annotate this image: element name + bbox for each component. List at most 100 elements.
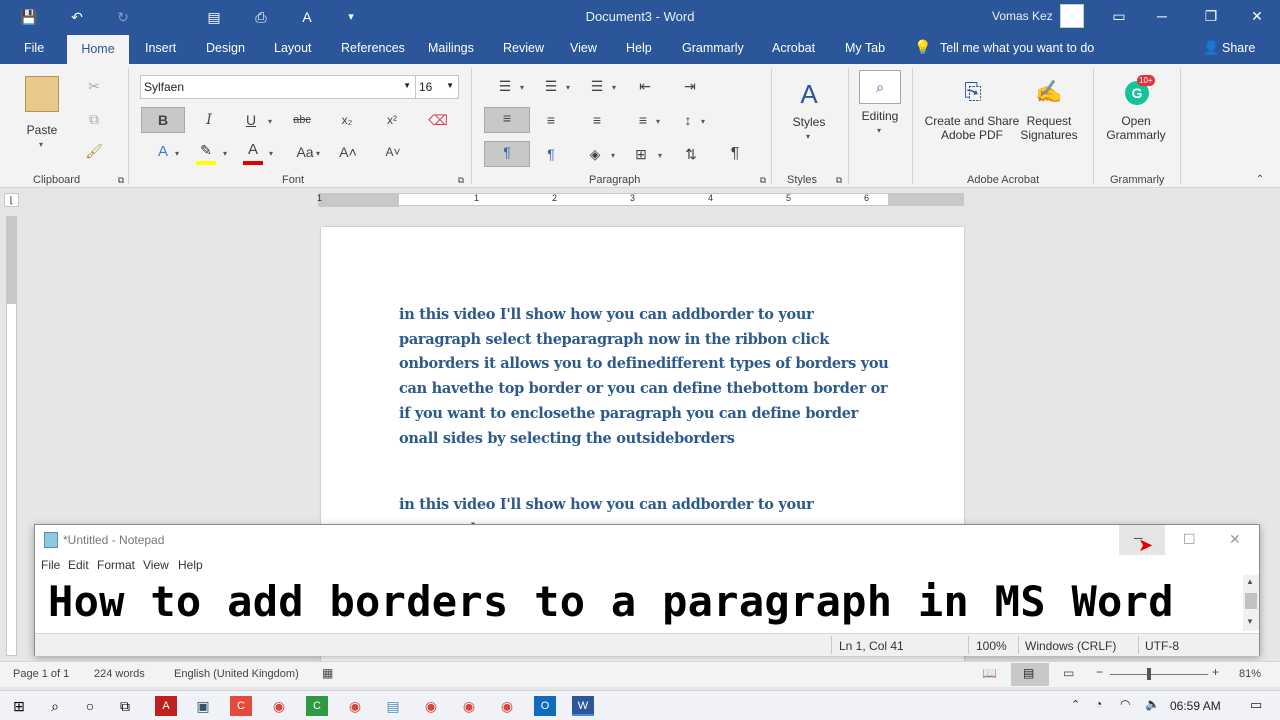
zoom-in-icon[interactable]: + — [1212, 665, 1219, 679]
volume-icon[interactable]: 🔈 — [1145, 697, 1160, 711]
scroll-down-icon[interactable]: ▼ — [1246, 617, 1254, 626]
create-pdf-icon[interactable]: ⎘ — [958, 76, 988, 108]
line-spacing-dropdown-icon[interactable]: ▾ — [701, 117, 705, 126]
tab-references[interactable]: References — [341, 41, 405, 55]
notepad-window[interactable]: *Untitled - Notepad ─ ➤ ☐ ✕ File Edit Fo… — [34, 524, 1260, 656]
cut-icon[interactable]: ✂ — [83, 76, 105, 98]
align-center-button[interactable]: ≡ — [540, 110, 562, 132]
page-count[interactable]: Page 1 of 1 — [13, 668, 69, 680]
notifications-icon[interactable]: ▭ — [1250, 697, 1262, 713]
tab-insert[interactable]: Insert — [145, 41, 176, 55]
language[interactable]: English (United Kingdom) — [174, 668, 299, 680]
search-icon[interactable]: ⌕ — [44, 696, 66, 716]
zoom-out-icon[interactable]: − — [1096, 665, 1103, 679]
styles-button[interactable]: Styles — [787, 115, 831, 129]
scroll-up-icon[interactable]: ▲ — [1246, 577, 1254, 586]
shrink-font-button[interactable]: A˅ — [382, 142, 404, 164]
tab-file[interactable]: File — [24, 41, 44, 55]
search-icon[interactable]: ⌕ — [859, 70, 901, 104]
numbering-dropdown-icon[interactable]: ▾ — [566, 83, 570, 92]
word-count[interactable]: 224 words — [94, 668, 145, 680]
network-icon[interactable]: ◔ — [1095, 697, 1102, 711]
chrome-icon[interactable]: ◉ — [496, 696, 518, 716]
sort-icon[interactable]: ⇅ — [680, 144, 702, 166]
scroll-thumb[interactable] — [1245, 593, 1257, 609]
close-icon[interactable]: ✕ — [1229, 531, 1241, 548]
paste-icon[interactable] — [25, 76, 59, 112]
avatar[interactable] — [1060, 4, 1084, 28]
show-formatting-button[interactable]: ¶ — [724, 144, 746, 166]
tab-acrobat[interactable]: Acrobat — [772, 41, 815, 55]
paste-button[interactable]: Paste — [20, 123, 64, 137]
notepad-menu-edit[interactable]: Edit — [68, 558, 89, 572]
horizontal-ruler[interactable]: 1 1 2 3 4 5 6 7 — [317, 193, 964, 207]
wifi-icon[interactable]: ◠ — [1120, 697, 1130, 711]
clear-formatting-icon[interactable]: ⌫ — [427, 110, 449, 132]
tell-me-search[interactable]: Tell me what you want to do — [940, 41, 1094, 55]
clock[interactable]: 06:59 AM — [1170, 699, 1221, 713]
superscript-button[interactable]: x² — [381, 110, 403, 132]
request-signatures-icon[interactable]: ✍ — [1034, 76, 1064, 108]
notepad-text-area[interactable]: How to add borders to a paragraph in MS … — [48, 577, 1174, 626]
justify-button[interactable]: ≡ — [632, 110, 654, 132]
line-spacing-icon[interactable]: ↕ — [677, 110, 699, 132]
format-painter-icon[interactable]: 🖌 — [83, 141, 105, 163]
tab-review[interactable]: Review — [503, 41, 544, 55]
copy-icon[interactable]: ⧉ — [83, 109, 105, 131]
bullets-dropdown-icon[interactable]: ▾ — [520, 83, 524, 92]
borders-icon[interactable]: ⊞ — [630, 144, 652, 166]
tab-selector-icon[interactable]: ⌊ — [4, 193, 19, 207]
align-left-button[interactable]: ≡ — [484, 107, 530, 133]
underline-dropdown-icon[interactable]: ▾ — [268, 117, 272, 126]
tab-design[interactable]: Design — [206, 41, 245, 55]
accessibility-icon[interactable]: ▦ — [322, 666, 333, 680]
tab-view[interactable]: View — [570, 41, 597, 55]
borders-dropdown-icon[interactable]: ▾ — [658, 151, 662, 160]
notepad-menu-view[interactable]: View — [143, 558, 169, 572]
tab-help[interactable]: Help — [626, 41, 652, 55]
subscript-button[interactable]: x₂ — [336, 110, 358, 132]
tab-layout[interactable]: Layout — [274, 41, 312, 55]
highlight-icon[interactable]: ✎ — [195, 140, 217, 162]
web-layout-icon[interactable]: ▭ — [1063, 666, 1074, 680]
paste-dropdown-icon[interactable]: ▾ — [39, 140, 43, 149]
document-paragraph[interactable]: in this video I'll show how you can addb… — [399, 303, 899, 451]
chrome-icon[interactable]: ◉ — [420, 696, 442, 716]
restore-icon[interactable]: ❐ — [1196, 6, 1226, 26]
outlook-icon[interactable]: O — [534, 696, 556, 716]
align-right-button[interactable]: ≡ — [586, 110, 608, 132]
ribbon-display-options-icon[interactable]: ▭ — [1104, 6, 1134, 26]
share-button[interactable]: Share — [1222, 41, 1255, 55]
create-share-pdf-button[interactable]: Create and Share Adobe PDF — [922, 114, 1022, 142]
read-mode-icon[interactable]: 📖 — [982, 666, 997, 680]
zoom-slider-thumb[interactable] — [1147, 668, 1151, 680]
decrease-indent-icon[interactable]: ⇤ — [634, 76, 656, 98]
text-effects-dropdown-icon[interactable]: ▾ — [175, 149, 179, 158]
styles-icon[interactable]: A — [792, 76, 826, 112]
collapse-ribbon-icon[interactable]: ⌃ — [1249, 170, 1271, 192]
grow-font-button[interactable]: A˄ — [337, 142, 359, 164]
bold-button[interactable]: B — [141, 107, 185, 133]
notepad-menu-file[interactable]: File — [41, 558, 60, 572]
chrome-icon[interactable]: ◉ — [344, 696, 366, 716]
editing-dropdown-icon[interactable]: ▾ — [877, 126, 881, 135]
network-app-icon[interactable]: ▣ — [192, 696, 214, 716]
strikethrough-button[interactable]: abc — [288, 110, 316, 132]
tab-my-tab[interactable]: My Tab — [845, 41, 885, 55]
change-case-button[interactable]: Aa — [292, 142, 318, 164]
tab-mailings[interactable]: Mailings — [428, 41, 474, 55]
notepad-taskbar-icon[interactable]: ▤ — [382, 696, 404, 716]
start-icon[interactable]: ⊞ — [8, 696, 30, 716]
bullets-icon[interactable]: ☰ — [494, 76, 516, 98]
zoom-level[interactable]: 81% — [1239, 668, 1261, 680]
multilevel-dropdown-icon[interactable]: ▾ — [612, 83, 616, 92]
tab-grammarly[interactable]: Grammarly — [682, 41, 744, 55]
tab-home[interactable]: Home — [67, 35, 129, 64]
task-view-icon[interactable]: ⧉ — [114, 696, 136, 716]
acrobat-icon[interactable]: A — [155, 696, 177, 716]
styles-dropdown-icon[interactable]: ▾ — [806, 132, 810, 141]
tray-chevron-icon[interactable]: ⌃ — [1071, 698, 1080, 711]
camtasia-recorder-icon[interactable]: C — [306, 696, 328, 716]
scrollbar[interactable]: ▲ ▼ — [1243, 575, 1259, 631]
numbering-icon[interactable]: ☰ — [540, 76, 562, 98]
